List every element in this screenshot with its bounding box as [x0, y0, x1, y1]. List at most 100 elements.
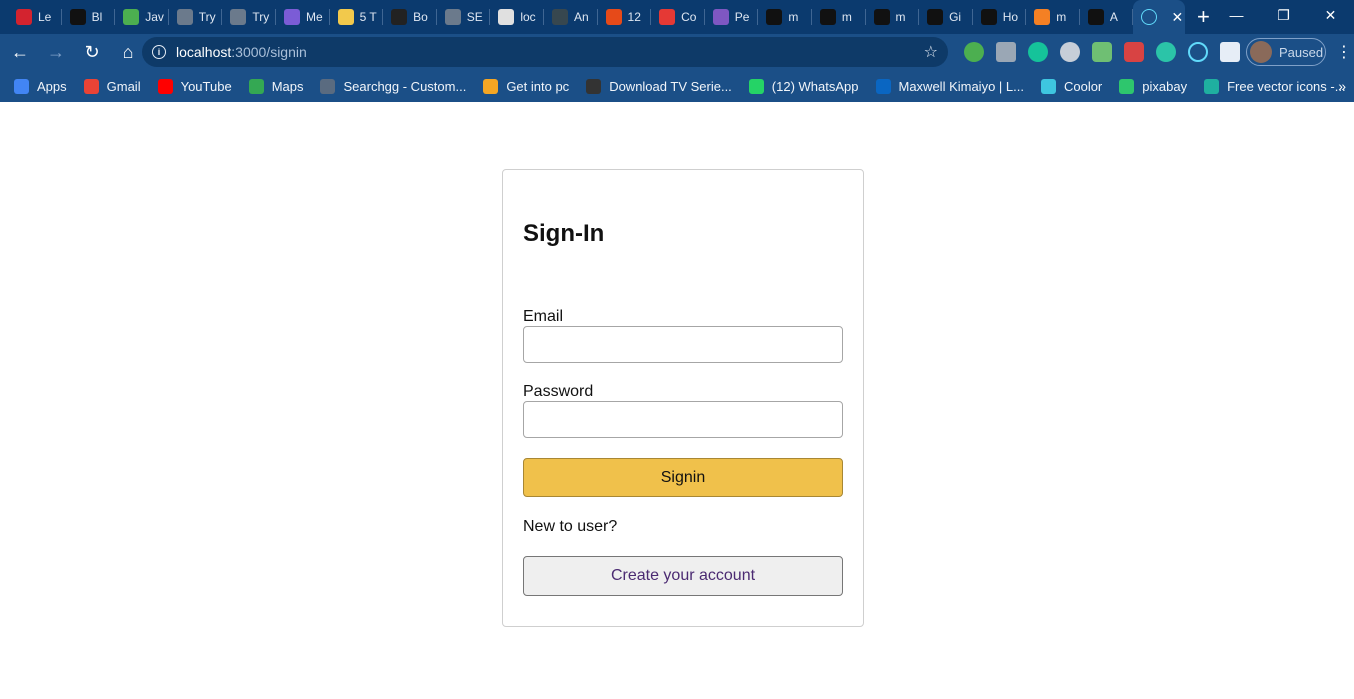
- tab-favicon-icon: [1034, 9, 1051, 25]
- tab-label: Gi: [949, 10, 962, 24]
- more-bookmarks-icon[interactable]: »: [1338, 78, 1346, 94]
- signin-button[interactable]: Signin: [523, 458, 843, 497]
- address-bar[interactable]: i localhost:3000/signin ☆: [142, 37, 948, 67]
- extension-icon[interactable]: [1060, 42, 1080, 62]
- tab-favicon-icon: [444, 9, 461, 25]
- tab-label: loc: [520, 10, 536, 24]
- extension-icon[interactable]: [964, 42, 984, 62]
- bookmark-label: Searchgg - Custom...: [343, 78, 467, 94]
- tab-label: SE: [466, 10, 483, 24]
- browser-tab[interactable]: m: [866, 0, 920, 34]
- bookmark-icon: [1040, 78, 1056, 94]
- extension-icon[interactable]: [996, 42, 1016, 62]
- tab-favicon-icon: [605, 9, 622, 25]
- bookmark-icon: [1204, 78, 1220, 94]
- close-tab-icon[interactable]: ✕: [1171, 9, 1183, 26]
- bookmark-item[interactable]: YouTube: [157, 78, 232, 94]
- grammarly-icon[interactable]: [1028, 42, 1048, 62]
- avatar: [1250, 41, 1272, 63]
- bookmark-label: Gmail: [106, 78, 141, 94]
- browser-tab[interactable]: Co: [651, 0, 705, 34]
- tab-favicon-icon: [873, 9, 890, 25]
- extension-icon[interactable]: [1156, 42, 1176, 62]
- tab-favicon-icon: [551, 9, 568, 25]
- bookmark-label: YouTube: [180, 78, 232, 94]
- tab-favicon-icon: [337, 9, 354, 25]
- bookmark-icon: [14, 78, 29, 94]
- browser-toolbar: ← → ↻ ⌂ i localhost:3000/signin ☆ Paused…: [0, 34, 1354, 70]
- browser-tab[interactable]: A: [1080, 0, 1134, 34]
- tab-label: Try: [198, 10, 216, 24]
- browser-tab[interactable]: 12: [598, 0, 652, 34]
- menu-icon[interactable]: ⋮: [1336, 42, 1352, 62]
- bookmark-item[interactable]: Coolor: [1040, 78, 1103, 94]
- bookmark-item[interactable]: Free vector icons -...: [1204, 78, 1346, 94]
- bookmark-label: pixabay: [1142, 78, 1188, 94]
- browser-tab[interactable]: 5 T: [330, 0, 384, 34]
- bookmark-icon: [586, 78, 602, 94]
- extension-icon[interactable]: [1124, 42, 1144, 62]
- tab-favicon-icon: [123, 9, 140, 25]
- tab-favicon-icon: [1087, 9, 1104, 25]
- browser-tab[interactable]: Try: [169, 0, 223, 34]
- home-icon[interactable]: ⌂: [112, 36, 144, 68]
- browser-tab[interactable]: Jav: [115, 0, 169, 34]
- tab-label: Co: [681, 10, 697, 24]
- close-window-icon[interactable]: ✕: [1307, 0, 1354, 30]
- url-host: localhost: [176, 44, 232, 60]
- bookmark-label: Coolor: [1063, 78, 1103, 94]
- bookmarks-bar: Apps Gmail YouTube Maps Searchgg - Custom...…: [0, 70, 1354, 102]
- bookmark-item[interactable]: Get into pc: [483, 78, 569, 94]
- bookmark-icon: [320, 78, 336, 94]
- browser-tab[interactable]: Bl: [62, 0, 116, 34]
- active-tab[interactable]: ✕: [1133, 0, 1186, 34]
- tab-label: m: [841, 10, 852, 24]
- restore-icon[interactable]: ❐: [1260, 0, 1307, 30]
- browser-tab[interactable]: Try: [222, 0, 276, 34]
- password-field[interactable]: [523, 401, 843, 438]
- bookmark-icon: [748, 78, 764, 94]
- minimize-icon[interactable]: —: [1213, 0, 1260, 30]
- browser-tab[interactable]: SE: [437, 0, 491, 34]
- tab-favicon-icon: [980, 9, 997, 25]
- tab-favicon-icon: [927, 9, 944, 25]
- bookmark-item[interactable]: Apps: [14, 78, 67, 94]
- bookmark-item[interactable]: Maps: [248, 78, 303, 94]
- tab-label: m: [895, 10, 906, 24]
- browser-tab[interactable]: Bo: [383, 0, 437, 34]
- browser-tab[interactable]: loc: [490, 0, 544, 34]
- browser-tab[interactable]: Pe: [705, 0, 759, 34]
- bookmark-label: Free vector icons -...: [1227, 78, 1346, 94]
- browser-tab[interactable]: Gi: [919, 0, 973, 34]
- profile-button[interactable]: Paused: [1246, 38, 1326, 66]
- window-controls: — ❐ ✕: [1213, 0, 1354, 30]
- forward-icon[interactable]: →: [40, 36, 72, 68]
- tab-label: An: [573, 10, 589, 24]
- bookmark-item[interactable]: Download TV Serie...: [586, 78, 732, 94]
- browser-tab[interactable]: Ho: [973, 0, 1027, 34]
- tab-label: A: [1109, 10, 1118, 24]
- tab-favicon-icon: [766, 9, 783, 25]
- bookmark-item[interactable]: Maxwell Kimaiyo | L...: [875, 78, 1024, 94]
- tab-label: 5 T: [359, 10, 377, 24]
- react-devtools-icon[interactable]: [1188, 42, 1208, 62]
- bookmark-item[interactable]: pixabay: [1119, 78, 1188, 94]
- reload-icon[interactable]: ↻: [76, 36, 108, 68]
- email-field[interactable]: [523, 326, 843, 363]
- site-info-icon[interactable]: i: [152, 45, 166, 59]
- bookmark-star-icon[interactable]: ☆: [924, 42, 938, 62]
- bookmark-icon: [157, 78, 173, 94]
- back-icon[interactable]: ←: [4, 36, 36, 68]
- browser-tab[interactable]: Me: [276, 0, 330, 34]
- bookmark-item[interactable]: Gmail: [83, 78, 141, 94]
- browser-tab[interactable]: Le: [8, 0, 62, 34]
- puzzle-icon[interactable]: [1220, 42, 1240, 62]
- extension-icon[interactable]: [1092, 42, 1112, 62]
- bookmark-item[interactable]: (12) WhatsApp: [748, 78, 859, 94]
- browser-tab[interactable]: m: [758, 0, 812, 34]
- browser-tab[interactable]: m: [812, 0, 866, 34]
- browser-tab[interactable]: m: [1026, 0, 1080, 34]
- create-account-button[interactable]: Create your account: [523, 556, 843, 596]
- browser-tab[interactable]: An: [544, 0, 598, 34]
- bookmark-item[interactable]: Searchgg - Custom...: [320, 78, 467, 94]
